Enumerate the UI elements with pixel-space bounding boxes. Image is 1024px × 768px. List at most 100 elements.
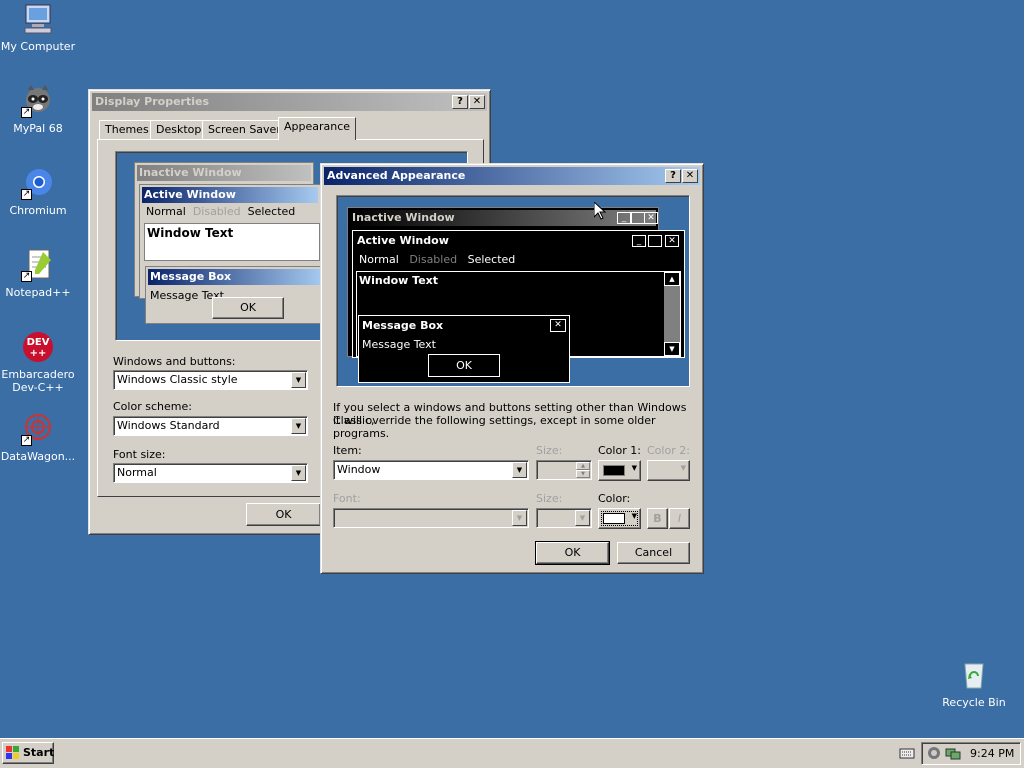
svg-text:++: ++ xyxy=(30,348,47,359)
desktop-icon-devcpp[interactable]: DEV ++ Embarcadero Dev-C++ xyxy=(0,330,76,394)
chevron-down-icon: ▼ xyxy=(631,512,637,520)
chevron-down-icon[interactable]: ▼ xyxy=(512,510,527,526)
adv-preview-menu: Normal Disabled Selected xyxy=(359,253,515,267)
font-size-label: Size: xyxy=(536,492,563,505)
ok-button[interactable]: OK xyxy=(535,541,610,565)
desktop-icon-datawagon[interactable]: ↗ DataWagon... xyxy=(0,412,76,463)
mouse-cursor-icon xyxy=(594,202,606,220)
minimize-icon: _ xyxy=(632,235,646,247)
datawagon-icon: ↗ xyxy=(21,412,55,446)
chevron-down-icon[interactable]: ▼ xyxy=(291,372,306,388)
preview-menu-selected: Selected xyxy=(247,205,296,218)
info-text-line2: it will override the following settings,… xyxy=(333,414,656,440)
desktop-icon-label: Notepad++ xyxy=(5,286,71,299)
color2-picker[interactable]: ▼ xyxy=(647,460,690,481)
color-scheme-select[interactable]: Windows Standard ▼ xyxy=(113,416,308,436)
tab-appearance[interactable]: Appearance xyxy=(278,117,357,140)
item-select[interactable]: Window ▼ xyxy=(333,460,529,480)
desktop-icon-mypal[interactable]: ↗ MyPal 68 xyxy=(0,84,76,135)
desktop-icon-notepadpp[interactable]: ↗ Notepad++ xyxy=(0,248,76,299)
windows-buttons-select[interactable]: Windows Classic style ▼ xyxy=(113,370,308,390)
adv-preview-msgbox-text: Message Text xyxy=(362,338,436,351)
notepadpp-icon: ↗ xyxy=(21,248,55,282)
clock[interactable]: 9:24 PM xyxy=(970,747,1014,760)
tab-desktop[interactable]: Desktop xyxy=(150,120,208,140)
preview-menu: Normal Disabled Selected xyxy=(146,205,295,219)
help-button[interactable]: ? xyxy=(665,169,681,183)
preview-menu-normal: Normal xyxy=(146,205,186,218)
item-value: Window xyxy=(337,463,381,476)
color2-label: Color 2: xyxy=(647,444,690,457)
spin-up-icon[interactable]: ▲ xyxy=(576,462,590,470)
font-size-select[interactable]: ▼ xyxy=(536,508,592,528)
windows-buttons-value: Windows Classic style xyxy=(117,373,238,386)
color1-picker[interactable]: ▼ xyxy=(598,460,641,481)
item-label: Item: xyxy=(333,444,362,457)
start-button[interactable]: Start xyxy=(2,742,54,764)
font-color-swatch xyxy=(603,513,625,524)
help-button[interactable]: ? xyxy=(452,95,468,109)
desktop-icon-my-computer[interactable]: My Computer xyxy=(0,2,76,53)
font-size-value: Normal xyxy=(117,466,157,479)
advanced-appearance-titlebar[interactable]: Advanced Appearance ? ✕ xyxy=(324,167,700,185)
advanced-preview: Inactive Window _ ✕ Active Window _ ✕ No… xyxy=(336,195,690,387)
ok-button[interactable]: OK xyxy=(246,503,321,526)
svg-text:DEV: DEV xyxy=(27,337,50,348)
close-icon: ✕ xyxy=(550,319,566,332)
font-select[interactable]: ▼ xyxy=(333,508,529,528)
keyboard-icon[interactable] xyxy=(899,746,915,760)
color1-label: Color 1: xyxy=(598,444,641,457)
window-title: Display Properties xyxy=(95,95,210,108)
chevron-down-icon[interactable]: ▼ xyxy=(512,462,527,478)
preview-active-title: Active Window xyxy=(142,187,318,203)
close-icon: ✕ xyxy=(644,212,658,224)
start-label: Start xyxy=(23,746,55,759)
close-button[interactable]: ✕ xyxy=(469,95,485,109)
adv-preview-msgbox-title: Message Box xyxy=(362,319,444,332)
chevron-down-icon[interactable]: ▼ xyxy=(291,418,306,434)
adv-preview-ok-button: OK xyxy=(428,354,500,377)
chevron-down-icon[interactable]: ▼ xyxy=(291,465,306,481)
advanced-appearance-window: Advanced Appearance ? ✕ Inactive Window … xyxy=(320,163,704,574)
color-scheme-label: Color scheme: xyxy=(113,400,192,413)
font-color-picker[interactable]: ▼ xyxy=(598,508,641,529)
maximize-icon xyxy=(631,212,645,224)
display-properties-titlebar[interactable]: Display Properties ? ✕ xyxy=(92,93,487,111)
shortcut-arrow-icon: ↗ xyxy=(21,435,32,446)
chevron-down-icon[interactable]: ▼ xyxy=(575,510,590,526)
desktop-icon-recycle-bin[interactable]: Recycle Bin xyxy=(936,658,1012,709)
font-color-label: Color: xyxy=(598,492,631,505)
close-button[interactable]: ✕ xyxy=(682,169,698,183)
system-tray: 9:24 PM xyxy=(921,742,1021,765)
cancel-button[interactable]: Cancel xyxy=(617,542,690,564)
volume-icon[interactable] xyxy=(927,746,941,760)
adv-preview-menu-disabled: Disabled xyxy=(409,253,458,266)
tab-themes[interactable]: Themes xyxy=(99,120,155,140)
adv-preview-menu-selected: Selected xyxy=(467,253,516,266)
adv-preview-menu-normal: Normal xyxy=(359,253,399,266)
desktop-icon-label: My Computer xyxy=(0,40,76,53)
spin-down-icon[interactable]: ▼ xyxy=(576,470,590,478)
size-label: Size: xyxy=(536,444,563,457)
preview-window-text: Window Text xyxy=(144,223,320,261)
tab-screen-saver[interactable]: Screen Saver xyxy=(202,120,287,140)
desktop-icon-chromium[interactable]: ↗ Chromium xyxy=(0,166,76,217)
font-size-select[interactable]: Normal ▼ xyxy=(113,463,308,483)
minimize-icon: _ xyxy=(617,212,631,224)
font-label: Font: xyxy=(333,492,361,505)
size-spinner[interactable]: ▲ ▼ xyxy=(536,460,592,480)
desktop-icon-label: MyPal 68 xyxy=(13,122,63,135)
scroll-up-icon: ▲ xyxy=(664,272,680,286)
windows-buttons-label: Windows and buttons: xyxy=(113,355,236,368)
network-icon[interactable] xyxy=(945,746,961,760)
preview-inactive-title: Inactive Window xyxy=(137,165,311,181)
windows-logo-icon xyxy=(6,746,19,759)
scroll-down-icon: ▼ xyxy=(664,342,680,356)
bold-button[interactable]: B xyxy=(647,508,668,529)
color-scheme-value: Windows Standard xyxy=(117,419,220,432)
adv-preview-scrollbar: ▲ ▼ xyxy=(664,272,680,356)
taskbar: Start 9:24 PM xyxy=(0,738,1024,768)
italic-button[interactable]: I xyxy=(669,508,690,529)
raccoon-icon: ↗ xyxy=(21,84,55,118)
shortcut-arrow-icon: ↗ xyxy=(21,271,32,282)
